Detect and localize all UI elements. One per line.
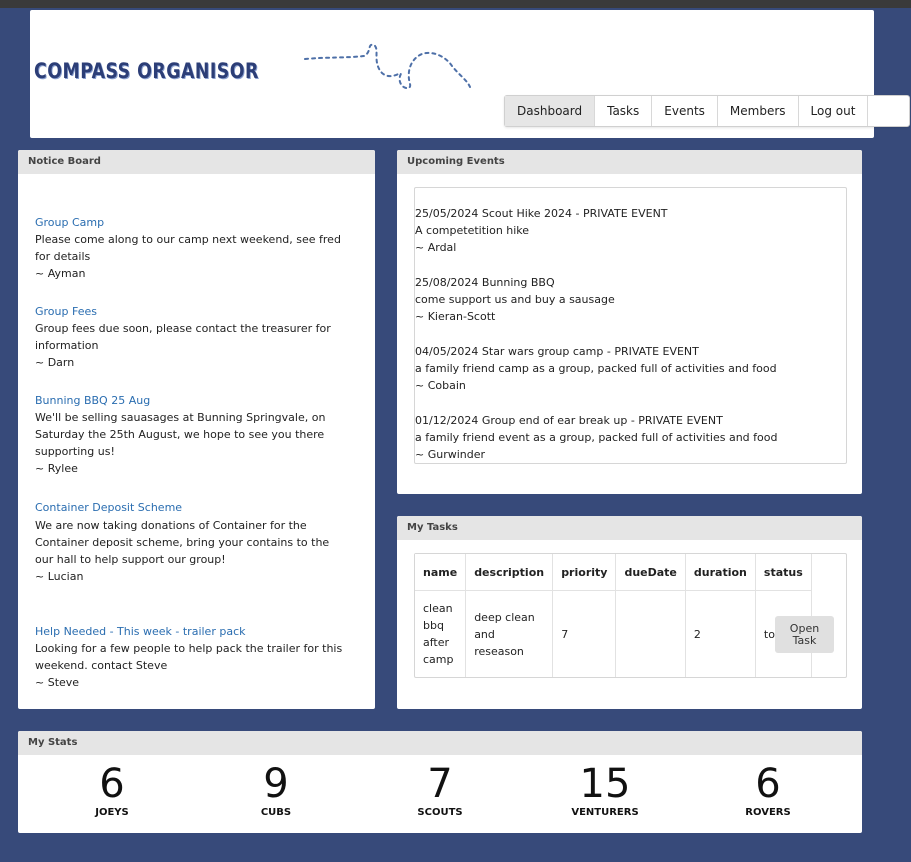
my-tasks-panel: My Tasks name description priority dueDa…	[397, 516, 862, 709]
nav-blank-slot	[868, 96, 909, 126]
stat-value: 6	[755, 761, 781, 807]
event-item: 25/08/2024 Bunning BBQ come support us a…	[415, 274, 846, 325]
my-stats-panel: My Stats 6 JOEYS 9 CUBS 7 SCOUTS 15 VENT…	[18, 731, 862, 833]
stat-value: 9	[263, 761, 289, 807]
dotted-trail-decoration	[304, 43, 471, 90]
stat-value: 15	[579, 761, 631, 807]
task-name: clean bbq after camp	[423, 602, 454, 666]
nav-logout[interactable]: Log out	[799, 96, 869, 126]
notice-body: Group fees due soon, please contact the …	[35, 322, 331, 352]
my-tasks-title: My Tasks	[397, 516, 862, 540]
notice-author: ~ Lucian	[35, 570, 84, 583]
stat-joeys: 6 JOEYS	[52, 761, 172, 819]
open-task-button[interactable]: Open Task	[775, 616, 834, 653]
event-heading: 25/08/2024 Bunning BBQ	[415, 276, 555, 289]
notice-title-link[interactable]: Bunning BBQ 25 Aug	[35, 392, 375, 409]
notice-title-link[interactable]: Container Deposit Scheme	[35, 499, 375, 516]
notice-author: ~ Rylee	[35, 462, 78, 475]
task-description: deep clean and reseason	[474, 610, 535, 658]
window-top-bar	[0, 0, 911, 8]
task-description-cell: deep clean and reseason	[465, 590, 554, 677]
table-header-row: name description priority dueDate durati…	[415, 554, 812, 591]
nav-tasks[interactable]: Tasks	[595, 96, 653, 126]
column-header-duration: duration	[685, 554, 756, 591]
stat-cubs: 9 CUBS	[216, 761, 336, 819]
event-description: A competetition hike	[415, 224, 530, 237]
nav-dashboard[interactable]: Dashboard	[505, 96, 596, 126]
notice-item: Group Camp Please come along to our camp…	[35, 214, 375, 303]
table-row: clean bbq after camp deep clean and rese…	[415, 590, 812, 677]
notice-body: We'll be selling sauasages at Bunning Sp…	[35, 411, 326, 458]
notice-board-panel: Notice Board Group Camp Please come alon…	[18, 150, 375, 709]
column-header-duedate: dueDate	[615, 554, 686, 591]
column-header-priority: priority	[552, 554, 617, 591]
notice-item: Container Deposit Scheme We are now taki…	[35, 499, 375, 623]
stat-label: JOEYS	[95, 807, 129, 818]
notice-item: Help Needed - This week - trailer pack L…	[35, 623, 375, 691]
site-header: COMPASS ORGANISOR Dashboard Tasks Events…	[30, 10, 911, 138]
stat-scouts: 7 SCOUTS	[380, 761, 500, 819]
task-name-cell: clean bbq after camp	[415, 590, 467, 677]
task-duration: 2	[685, 590, 756, 677]
notice-title-link[interactable]: Help Needed - This week - trailer pack	[35, 623, 375, 640]
event-heading: 25/05/2024 Scout Hike 2024 - PRIVATE EVE…	[415, 207, 668, 220]
stat-value: 7	[427, 761, 453, 807]
nav-events[interactable]: Events	[652, 96, 718, 126]
notice-title-link[interactable]: Group Camp	[35, 214, 375, 231]
app-logo[interactable]: COMPASS ORGANISOR	[34, 59, 259, 83]
upcoming-events-panel: Upcoming Events 25/05/2024 Scout Hike 20…	[397, 150, 862, 494]
upcoming-events-title: Upcoming Events	[397, 150, 862, 174]
stat-rovers: 6 ROVERS	[708, 761, 828, 819]
events-scroll-box[interactable]: 25/05/2024 Scout Hike 2024 - PRIVATE EVE…	[414, 187, 847, 464]
notice-body: Please come along to our camp next weeke…	[35, 233, 341, 263]
event-author: ~ Gurwinder	[415, 448, 486, 461]
event-item: 04/05/2024 Star wars group camp - PRIVAT…	[415, 343, 846, 394]
task-duedate	[615, 590, 686, 677]
notice-item: Bunning BBQ 25 Aug We'll be selling saua…	[35, 392, 375, 499]
event-author: ~ Ardal	[415, 241, 457, 254]
stat-label: VENTURERS	[571, 807, 639, 818]
open-task-label: Open Task	[789, 621, 820, 647]
notice-body: We are now taking donations of Container…	[35, 519, 330, 566]
event-item: 01/12/2024 Group end of ear break up - P…	[415, 412, 846, 463]
event-description: come support us and buy a sausage	[415, 293, 615, 306]
tasks-table: name description priority dueDate durati…	[415, 554, 812, 677]
notice-author: ~ Ayman	[35, 267, 86, 280]
notice-body: Looking for a few people to help pack th…	[35, 642, 343, 672]
event-description: a family friend event as a group, packed…	[415, 431, 778, 444]
column-header-status: status	[755, 554, 812, 591]
my-stats-title: My Stats	[18, 731, 862, 755]
column-header-name: name	[415, 554, 467, 591]
notice-author: ~ Darn	[35, 356, 75, 369]
main-nav: Dashboard Tasks Events Members Log out	[504, 95, 911, 127]
tasks-table-container: name description priority dueDate durati…	[414, 553, 847, 678]
stat-label: CUBS	[260, 807, 292, 818]
stat-label: SCOUTS	[417, 807, 463, 818]
event-heading: 01/12/2024 Group end of ear break up - P…	[415, 414, 723, 427]
stat-label: ROVERS	[745, 807, 791, 818]
nav-members[interactable]: Members	[718, 96, 799, 126]
notice-title-link[interactable]: Group Fees	[35, 303, 375, 320]
notice-board-title: Notice Board	[18, 150, 375, 174]
event-author: ~ Cobain	[415, 379, 466, 392]
stat-venturers: 15 VENTURERS	[545, 761, 665, 819]
notice-author: ~ Steve	[35, 676, 80, 689]
notice-item: Group Fees Group fees due soon, please c…	[35, 303, 375, 392]
column-header-description: description	[465, 554, 554, 591]
stat-value: 6	[99, 761, 125, 807]
event-author: ~ Kieran-Scott	[415, 310, 496, 323]
event-heading: 04/05/2024 Star wars group camp - PRIVAT…	[415, 345, 699, 358]
task-priority: 7	[552, 590, 617, 677]
event-description: a family friend camp as a group, packed …	[415, 362, 777, 375]
event-item: 25/05/2024 Scout Hike 2024 - PRIVATE EVE…	[415, 205, 846, 256]
